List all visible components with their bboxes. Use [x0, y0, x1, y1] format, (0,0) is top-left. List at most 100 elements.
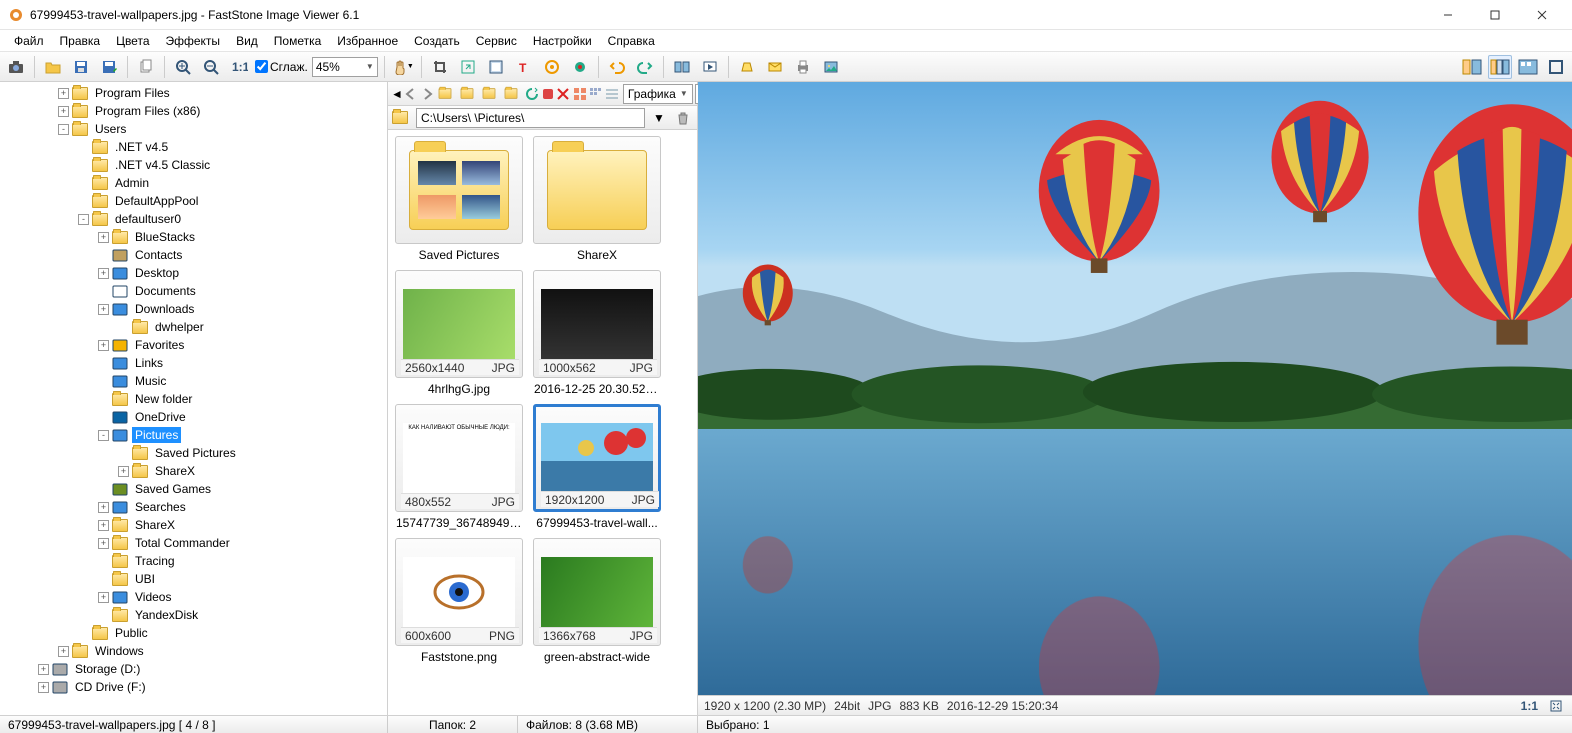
nav-up-icon[interactable]	[437, 84, 457, 104]
maximize-button[interactable]	[1472, 1, 1517, 29]
tree-node--net-v4-5[interactable]: .NET v4.5	[0, 138, 387, 156]
hand-tool-icon[interactable]: ▼	[391, 55, 415, 79]
open-icon[interactable]	[41, 55, 65, 79]
fav-folder-icon[interactable]	[481, 84, 501, 104]
nav-back-icon[interactable]	[405, 84, 419, 104]
tree-node-admin[interactable]: Admin	[0, 174, 387, 192]
thumb-2016-12-25-20-30-52-j---[interactable]: 1000x562JPG2016-12-25 20.30.52.j...	[532, 270, 662, 396]
tree-node-users[interactable]: -Users	[0, 120, 387, 138]
thumb-saved-pictures[interactable]: Saved Pictures	[394, 136, 524, 262]
tree-node-videos[interactable]: +Videos	[0, 588, 387, 606]
thumb-15747739-3674894933---[interactable]: КАК НАЛИВАЮТ ОБЫЧНЫЕ ЛЮДИ:480x552JPG1574…	[394, 404, 524, 530]
slideshow-icon[interactable]	[698, 55, 722, 79]
tree-node-desktop[interactable]: +Desktop	[0, 264, 387, 282]
nav-forward-icon[interactable]	[421, 84, 435, 104]
wallpaper-icon[interactable]	[819, 55, 843, 79]
menu-правка[interactable]: Правка	[52, 32, 109, 50]
close-button[interactable]	[1519, 1, 1564, 29]
tree-node-program-files[interactable]: +Program Files	[0, 84, 387, 102]
tree-node-storage--d--[interactable]: +Storage (D:)	[0, 660, 387, 678]
text-icon[interactable]: T	[512, 55, 536, 79]
thumb-green-abstract-wide[interactable]: 1366x768JPGgreen-abstract-wide	[532, 538, 662, 664]
adjust-colors-icon[interactable]	[540, 55, 564, 79]
trash-icon[interactable]	[673, 108, 693, 128]
view-large-icon[interactable]	[573, 84, 587, 104]
fit-icon[interactable]	[1546, 696, 1566, 716]
smoothing-checkbox[interactable]: Сглаж.	[255, 60, 308, 74]
zoom-out-icon[interactable]	[199, 55, 223, 79]
layout-browser-icon[interactable]	[1460, 55, 1484, 79]
undo-icon[interactable]	[605, 55, 629, 79]
tree-node-bluestacks[interactable]: +BlueStacks	[0, 228, 387, 246]
zoom-in-icon[interactable]	[171, 55, 195, 79]
layout-3pane-icon[interactable]	[1488, 55, 1512, 79]
path-dropdown-icon[interactable]: ▼	[649, 108, 669, 128]
delete-icon[interactable]	[557, 84, 569, 104]
tree-node-ubi[interactable]: UBI	[0, 570, 387, 588]
redo-icon[interactable]	[633, 55, 657, 79]
menu-избранное[interactable]: Избранное	[329, 32, 406, 50]
fullscreen-icon[interactable]	[1544, 55, 1568, 79]
tree-node-tracing[interactable]: Tracing	[0, 552, 387, 570]
filter-type-combo[interactable]: Графика▼	[623, 84, 693, 104]
folder-tree[interactable]: +Program Files+Program Files (x86)-Users…	[0, 82, 387, 715]
history-folder-icon[interactable]	[503, 84, 523, 104]
tree-node-searches[interactable]: +Searches	[0, 498, 387, 516]
minimize-button[interactable]	[1425, 1, 1470, 29]
menu-справка[interactable]: Справка	[600, 32, 663, 50]
tree-node-new-folder[interactable]: New folder	[0, 390, 387, 408]
path-input[interactable]: C:\Users\ \Pictures\	[416, 108, 645, 128]
tree-node-defaultuser0[interactable]: -defaultuser0	[0, 210, 387, 228]
tree-node-links[interactable]: Links	[0, 354, 387, 372]
tree-node-downloads[interactable]: +Downloads	[0, 300, 387, 318]
tree-node-favorites[interactable]: +Favorites	[0, 336, 387, 354]
menu-создать[interactable]: Создать	[406, 32, 468, 50]
copy-icon[interactable]	[134, 55, 158, 79]
tree-node-onedrive[interactable]: OneDrive	[0, 408, 387, 426]
tree-node-dwhelper[interactable]: dwhelper	[0, 318, 387, 336]
tree-node-public[interactable]: Public	[0, 624, 387, 642]
save-icon[interactable]	[69, 55, 93, 79]
tree-node-music[interactable]: Music	[0, 372, 387, 390]
canvas-icon[interactable]	[484, 55, 508, 79]
tree-node-windows[interactable]: +Windows	[0, 642, 387, 660]
preview-area[interactable]	[698, 82, 1572, 695]
tree-node-pictures[interactable]: -Pictures	[0, 426, 387, 444]
refresh-icon[interactable]	[525, 84, 539, 104]
print-icon[interactable]	[791, 55, 815, 79]
tag-icon[interactable]	[541, 84, 555, 104]
compare-icon[interactable]	[670, 55, 694, 79]
nav-home-icon[interactable]	[459, 84, 479, 104]
menu-эффекты[interactable]: Эффекты	[158, 32, 229, 50]
save-as-icon[interactable]	[97, 55, 121, 79]
crop-icon[interactable]	[428, 55, 452, 79]
tree-node-documents[interactable]: Documents	[0, 282, 387, 300]
tree-node-cd-drive--f--[interactable]: +CD Drive (F:)	[0, 678, 387, 696]
menu-цвета[interactable]: Цвета	[108, 32, 157, 50]
tree-node-contacts[interactable]: Contacts	[0, 246, 387, 264]
tree-node--net-v4-5-classic[interactable]: .NET v4.5 Classic	[0, 156, 387, 174]
menu-файл[interactable]: Файл	[6, 32, 52, 50]
tree-toggle-icon[interactable]: ◄	[391, 84, 403, 104]
resize-icon[interactable]	[456, 55, 480, 79]
tree-node-total-commander[interactable]: +Total Commander	[0, 534, 387, 552]
thumb-67999453-travel-wall---[interactable]: 1920x1200JPG67999453-travel-wall...	[532, 404, 662, 530]
thumb-4hrlhgg-jpg[interactable]: 2560x1440JPG4hrlhgG.jpg	[394, 270, 524, 396]
tree-node-saved-pictures[interactable]: Saved Pictures	[0, 444, 387, 462]
thumb-faststone-png[interactable]: 600x600PNGFaststone.png	[394, 538, 524, 664]
menu-вид[interactable]: Вид	[228, 32, 266, 50]
tree-node-yandexdisk[interactable]: YandexDisk	[0, 606, 387, 624]
menu-сервис[interactable]: Сервис	[468, 32, 525, 50]
tree-node-sharex[interactable]: +ShareX	[0, 462, 387, 480]
thumbnails-area[interactable]: Saved PicturesShareX2560x1440JPG4hrlhgG.…	[388, 130, 697, 715]
view-small-icon[interactable]	[589, 84, 603, 104]
view-list-icon[interactable]	[605, 84, 619, 104]
menu-настройки[interactable]: Настройки	[525, 32, 600, 50]
layout-thumbs-icon[interactable]	[1516, 55, 1540, 79]
tree-node-program-files--x86-[interactable]: +Program Files (x86)	[0, 102, 387, 120]
menu-пометка[interactable]: Пометка	[266, 32, 330, 50]
thumb-sharex[interactable]: ShareX	[532, 136, 662, 262]
actual-size-icon[interactable]: 1:1	[227, 55, 251, 79]
tree-node-saved-games[interactable]: Saved Games	[0, 480, 387, 498]
tree-node-defaultapppool[interactable]: DefaultAppPool	[0, 192, 387, 210]
